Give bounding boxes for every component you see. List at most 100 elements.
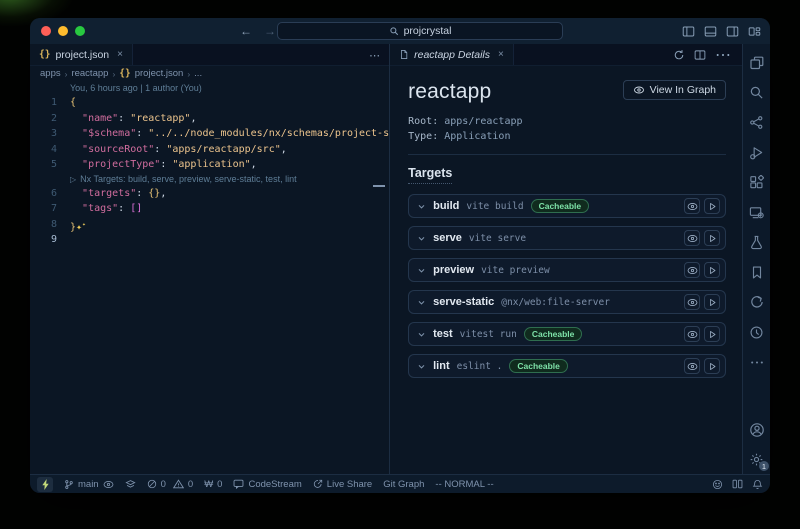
target-row-preview[interactable]: previewvite preview <box>408 258 726 282</box>
tab-reactapp-details[interactable]: reactapp Details × <box>390 44 514 65</box>
split-editor-icon[interactable] <box>694 49 706 61</box>
more-actions-icon[interactable]: ⋯ <box>715 45 732 65</box>
bookmarks-icon[interactable] <box>748 264 765 281</box>
files-icon[interactable] <box>748 54 765 71</box>
search-icon[interactable] <box>748 84 765 101</box>
gitlens-icon[interactable] <box>748 294 765 311</box>
target-name: lint <box>433 360 450 372</box>
target-row-serve[interactable]: servevite serve <box>408 226 726 250</box>
right-tab-bar: reactapp Details × ⋯ <box>390 44 742 66</box>
code-line[interactable]: 2 "name": "reactapp", <box>30 111 389 127</box>
remote-window-icon[interactable] <box>748 204 765 221</box>
code-line[interactable]: 6 "targets": {}, <box>30 186 389 202</box>
code-line[interactable]: 5 "projectType": "application", <box>30 157 389 173</box>
run-target-button[interactable] <box>704 358 720 374</box>
chevron-down-icon[interactable] <box>417 362 426 371</box>
target-row-test[interactable]: testvitest runCacheable <box>408 322 726 346</box>
git-graph-status-item[interactable]: Git Graph <box>383 479 424 490</box>
target-row-build[interactable]: buildvite buildCacheable <box>408 194 726 218</box>
testing-icon[interactable] <box>748 234 765 251</box>
more-icon[interactable] <box>748 354 765 371</box>
code-line[interactable]: 7 "tags": [] <box>30 201 389 217</box>
chevron-down-icon[interactable] <box>417 330 426 339</box>
minimize-window-button[interactable] <box>58 26 68 36</box>
more-tabs-icon[interactable]: ⋯ <box>369 44 381 66</box>
code-line[interactable]: 9 <box>30 232 389 248</box>
toggle-panel-icon[interactable] <box>704 25 717 38</box>
nx-targets-codelens[interactable]: ▷Nx Targets: build, serve, preview, serv… <box>30 173 389 186</box>
command-center-search[interactable]: projcrystal <box>277 22 563 40</box>
target-actions <box>684 262 720 278</box>
code-line[interactable]: 1{ <box>30 95 389 111</box>
run-target-button[interactable] <box>704 230 720 246</box>
breadcrumb-item-project-json[interactable]: project.json <box>135 68 184 79</box>
zoom-window-button[interactable] <box>75 26 85 36</box>
chevron-down-icon[interactable] <box>417 298 426 307</box>
account-icon[interactable] <box>748 421 765 438</box>
live-share-status-item[interactable]: Live Share <box>313 479 372 490</box>
toggle-secondary-sidebar-icon[interactable] <box>726 25 739 38</box>
show-target-config-button[interactable] <box>684 262 700 278</box>
screencast-icon[interactable] <box>732 479 743 489</box>
activity-bar: 1 <box>742 44 770 474</box>
targets-heading: Targets <box>408 166 452 184</box>
feedback-smiley-icon[interactable] <box>712 479 723 490</box>
codestream-status-item[interactable]: CodeStream <box>233 479 301 490</box>
toggle-primary-sidebar-icon[interactable] <box>682 25 695 38</box>
line-number: 6 <box>30 186 70 202</box>
code-line[interactable]: 4 "sourceRoot": "apps/reactapp/src", <box>30 142 389 158</box>
timeline-icon[interactable] <box>748 324 765 341</box>
refresh-icon[interactable] <box>673 49 685 61</box>
show-target-config-button[interactable] <box>684 358 700 374</box>
show-target-config-button[interactable] <box>684 230 700 246</box>
code-editor[interactable]: You, 6 hours ago | 1 author (You)1{2 "na… <box>30 81 389 474</box>
line-content: "sourceRoot": "apps/reactapp/src", <box>70 142 389 158</box>
run-target-button[interactable] <box>704 326 720 342</box>
code-line[interactable]: 8}✦✦ <box>30 217 389 233</box>
close-tab-icon[interactable]: × <box>498 49 504 60</box>
target-row-serve-static[interactable]: serve-static@nx/web:file-server <box>408 290 726 314</box>
extensions-icon[interactable] <box>748 174 765 191</box>
git-branch-icon <box>64 479 74 490</box>
target-row-lint[interactable]: linteslint .Cacheable <box>408 354 726 378</box>
search-icon <box>389 26 399 36</box>
show-target-config-button[interactable] <box>684 198 700 214</box>
chevron-down-icon[interactable] <box>417 234 426 243</box>
json-file-icon: {} <box>119 68 130 79</box>
show-target-config-button[interactable] <box>684 326 700 342</box>
view-in-graph-button[interactable]: View In Graph <box>623 80 726 100</box>
run-target-button[interactable] <box>704 262 720 278</box>
layers-status-item[interactable] <box>125 479 136 489</box>
chevron-right-icon: › <box>187 69 190 79</box>
problems-status-item[interactable]: 0 0 <box>147 479 194 490</box>
line-number: 9 <box>30 232 70 248</box>
chevron-down-icon[interactable] <box>417 202 426 211</box>
breadcrumb-item-reactapp[interactable]: reactapp <box>71 68 108 79</box>
code-line[interactable]: 3 "$schema": "../../node_modules/nx/sche… <box>30 126 389 142</box>
breadcrumb-item-symbol[interactable]: ... <box>194 68 202 79</box>
run-codelens-icon[interactable]: ▷ <box>70 173 76 186</box>
pending-status-item[interactable]: ₩ 0 <box>204 479 222 490</box>
sash-handle[interactable] <box>373 185 385 187</box>
nx-console-status-item[interactable] <box>37 477 53 492</box>
settings-icon[interactable]: 1 <box>748 451 765 468</box>
history-back-icon[interactable]: ← <box>240 24 252 38</box>
source-graph-icon[interactable] <box>748 114 765 131</box>
run-target-button[interactable] <box>704 198 720 214</box>
close-window-button[interactable] <box>41 26 51 36</box>
notifications-bell-icon[interactable] <box>752 479 763 490</box>
customize-layout-icon[interactable] <box>748 25 761 38</box>
line-content: { <box>70 95 389 111</box>
breadcrumb-item-apps[interactable]: apps <box>40 68 61 79</box>
tab-project-json[interactable]: {} project.json × <box>30 44 133 65</box>
close-tab-icon[interactable]: × <box>117 49 123 60</box>
git-branch-status-item[interactable]: main <box>64 479 114 490</box>
history-forward-icon[interactable]: → <box>264 24 276 38</box>
run-target-button[interactable] <box>704 294 720 310</box>
error-icon <box>147 479 157 489</box>
show-target-config-button[interactable] <box>684 294 700 310</box>
run-debug-icon[interactable] <box>748 144 765 161</box>
code-token: "reactapp" <box>130 113 190 124</box>
chevron-down-icon[interactable] <box>417 266 426 275</box>
eye-icon[interactable] <box>103 480 114 489</box>
